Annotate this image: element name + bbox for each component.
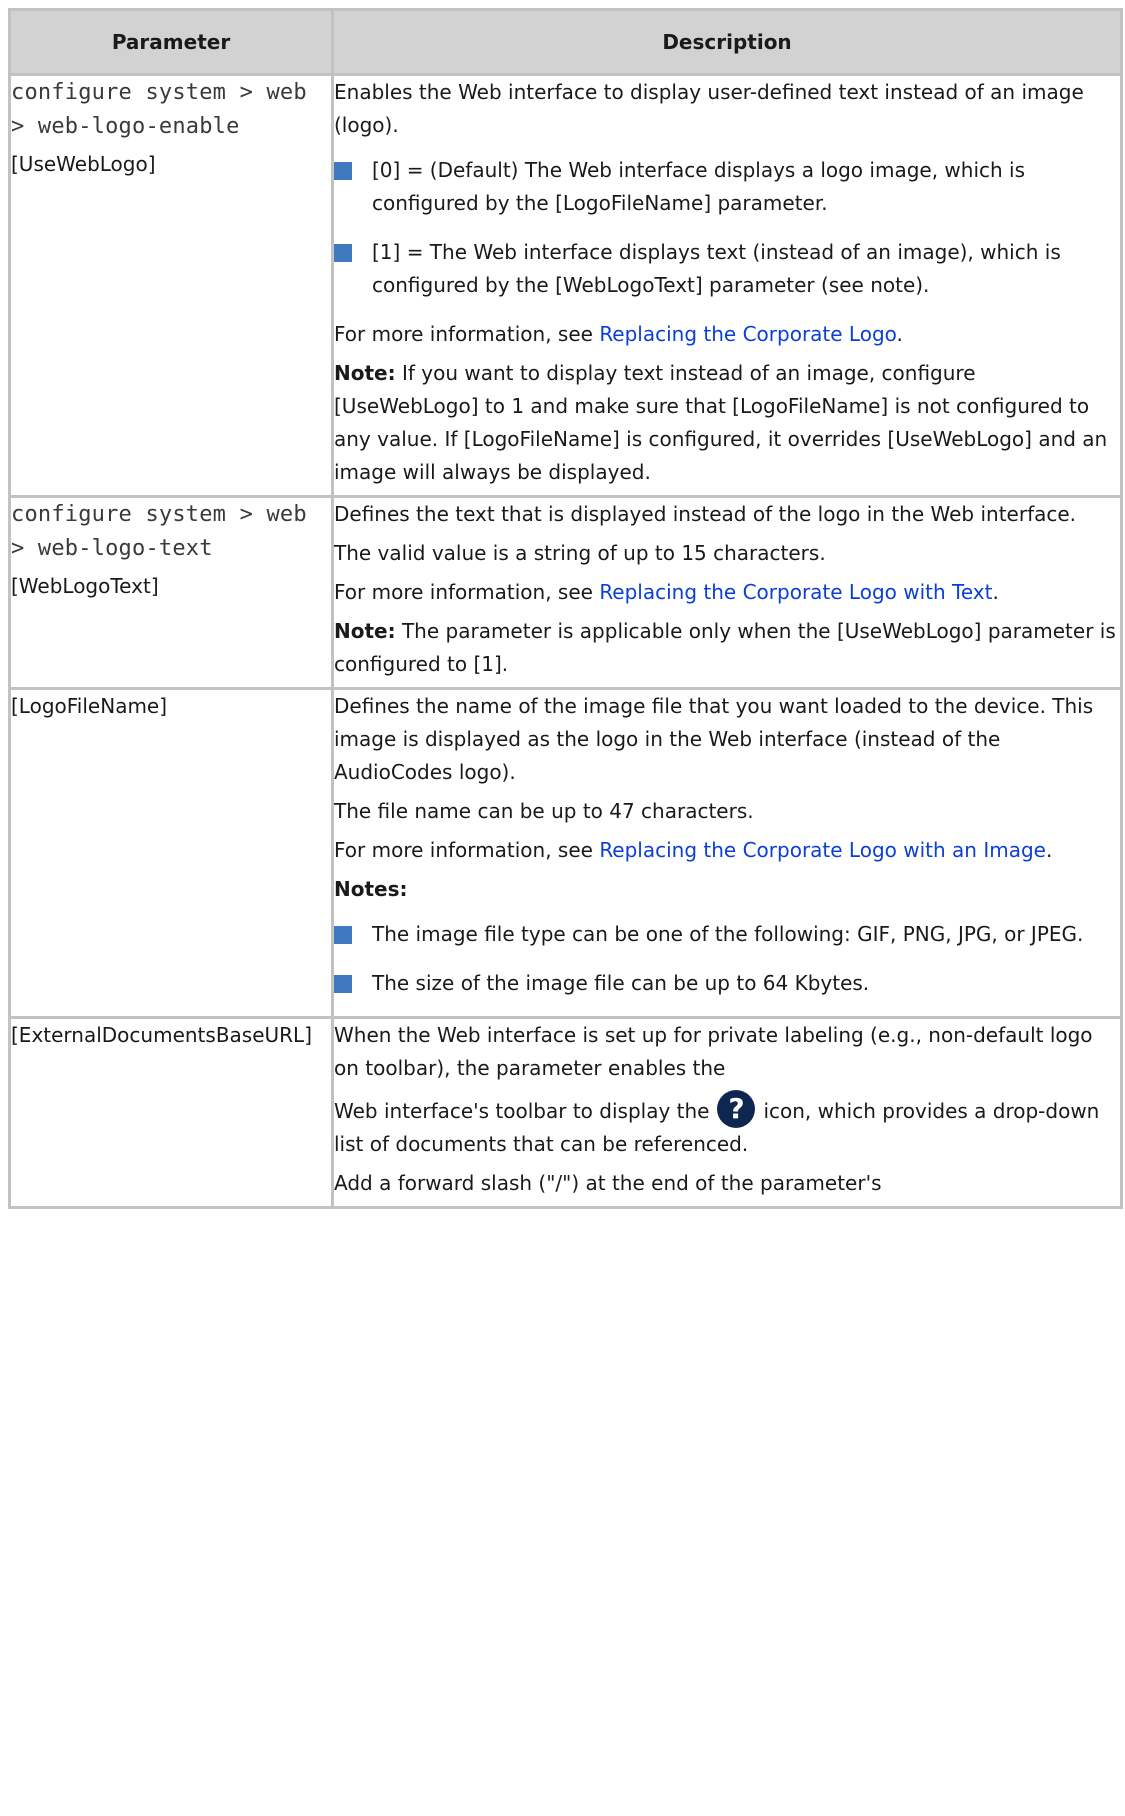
more-info-suffix: . [1045, 838, 1053, 862]
column-header-description: Description [331, 8, 1123, 75]
note-text: The parameter is applicable only when th… [334, 619, 1116, 676]
list-item: The size of the image file can be up to … [334, 967, 1120, 1000]
more-info-prefix: For more information, see [334, 322, 600, 346]
list-item: [1] = The Web interface displays text (i… [334, 236, 1120, 302]
description-cell: Defines the text that is displayed inste… [331, 495, 1123, 690]
description-text: Defines the text that is displayed inste… [334, 502, 1077, 526]
more-info-prefix: For more information, see [334, 838, 600, 862]
valid-value-text: The valid value is a string of up to 15 … [334, 541, 826, 565]
more-info: For more information, see Replacing the … [334, 318, 1120, 351]
ini-parameter: [WebLogoText] [11, 574, 159, 598]
notes-label: Notes: [334, 877, 408, 901]
description-cell: Defines the name of the image file that … [331, 687, 1123, 1019]
notes-list: The image file type can be one of the fo… [334, 918, 1120, 1000]
list-item: [0] = (Default) The Web interface displa… [334, 154, 1120, 220]
more-info: For more information, see Replacing the … [334, 576, 1120, 609]
cross-reference-link[interactable]: Replacing the Corporate Logo [599, 322, 896, 346]
parameter-cell: [LogoFileName] [8, 687, 334, 1019]
cross-reference-link[interactable]: Replacing the Corporate Logo with Text [599, 580, 992, 604]
icon-sentence-prefix: Web interface's toolbar to display the [334, 1099, 710, 1123]
ini-parameter: [ExternalDocumentsBaseURL] [11, 1023, 312, 1047]
description-cell: When the Web interface is set up for pri… [331, 1016, 1123, 1209]
more-info: For more information, see Replacing the … [334, 834, 1120, 867]
note-text: If you want to display text instead of a… [334, 361, 1108, 484]
description-text: When the Web interface is set up for pri… [334, 1023, 1093, 1080]
option-list: [0] = (Default) The Web interface displa… [334, 154, 1120, 302]
ini-parameter: [LogoFileName] [11, 694, 168, 718]
valid-value-text: The file name can be up to 47 characters… [334, 799, 754, 823]
more-info-suffix: . [992, 580, 999, 604]
more-info-suffix: . [896, 322, 903, 346]
table-row: configure system > web > web-logo-enable… [8, 73, 1123, 498]
description-text: Add a forward slash ("/") at the end of … [334, 1171, 882, 1195]
column-header-parameter: Parameter [8, 8, 334, 75]
icon-sentence: Web interface's toolbar to display the? i… [334, 1089, 1120, 1161]
cli-command: configure system > web > web-logo-enable [11, 80, 307, 139]
description-text: Defines the name of the image file that … [334, 694, 1094, 784]
list-item: The image file type can be one of the fo… [334, 918, 1120, 951]
cli-command: configure system > web > web-logo-text [11, 502, 307, 561]
note-label: Note: [334, 619, 396, 643]
description-cell: Enables the Web interface to display use… [331, 73, 1123, 498]
table-header-row: Parameter Description [8, 8, 1123, 75]
parameter-cell: [ExternalDocumentsBaseURL] [8, 1016, 334, 1209]
parameter-cell: configure system > web > web-logo-enable… [8, 73, 334, 498]
ini-parameter: [UseWebLogo] [11, 152, 156, 176]
table-row: [ExternalDocumentsBaseURL] When the Web … [8, 1016, 1123, 1209]
cross-reference-link[interactable]: Replacing the Corporate Logo with an Ima… [599, 838, 1046, 862]
note: Note: If you want to display text instea… [334, 357, 1120, 489]
notes-heading: Notes: [334, 873, 1120, 906]
note-label: Note: [334, 361, 396, 385]
parameter-cell: configure system > web > web-logo-text [… [8, 495, 334, 690]
table-row: configure system > web > web-logo-text [… [8, 495, 1123, 690]
description-text: Enables the Web interface to display use… [334, 80, 1084, 137]
table-row: [LogoFileName] Defines the name of the i… [8, 687, 1123, 1019]
note: Note: The parameter is applicable only w… [334, 615, 1120, 681]
help-icon: ? [717, 1089, 756, 1128]
parameter-table: Parameter Description configure system >… [8, 8, 1123, 1209]
more-info-prefix: For more information, see [334, 580, 600, 604]
